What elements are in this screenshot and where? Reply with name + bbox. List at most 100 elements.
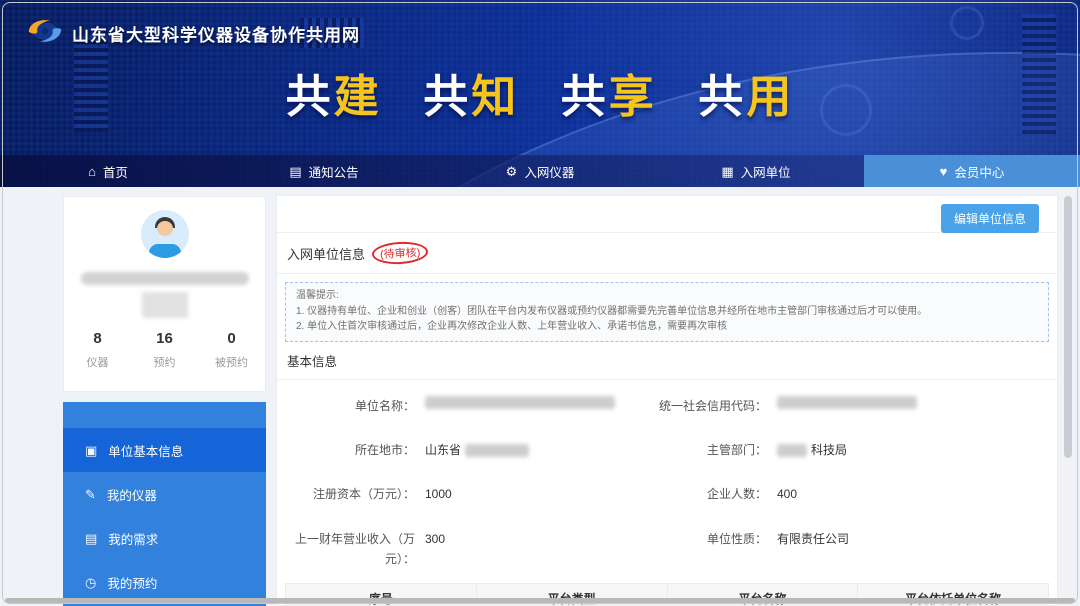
edit-unit-info-button[interactable]: 编辑单位信息 [941,204,1039,233]
redacted-value [777,444,807,457]
redacted-unit-name [81,272,249,285]
notice-title: 温馨提示: [296,288,1038,304]
stat-value: 8 [64,330,131,347]
profile-stats: 8 仪器 16 预约 0 被预约 [64,330,265,370]
stat-label: 仪器 [64,354,131,370]
field-credit-code: 统一社会信用代码： [637,396,1049,416]
sidebar-item-my-instruments[interactable]: ✎ 我的仪器 [63,472,266,516]
top-banner: 山东省大型科学仪器设备协作共用网 共建 共知 共享 共用 ⌂ 首页 ▤ 通知公告… [0,0,1080,187]
nav-tab-label: 入网仪器 [524,162,574,181]
redacted-sub-info [142,292,188,318]
my-demands-icon: ▤ [85,532,97,545]
nav-tab-organizations[interactable]: ▦ 入网单位 [648,155,864,187]
notice-line: 2. 单位入住首次审核通过后，企业再次修改企业人数、上年营业收入、承诺书信息，需… [296,319,1038,335]
notice-box: 温馨提示: 1. 仪器持有单位、企业和创业（创客）团队在平台内发布仪器或预约仪器… [285,282,1049,342]
nav-tab-notices[interactable]: ▤ 通知公告 [216,155,432,187]
field-label: 企业人数： [637,484,767,504]
stat-booked: 0 被预约 [198,330,265,370]
notice-icon: ▤ [289,165,301,178]
site-title: 山东省大型科学仪器设备协作共用网 [72,21,360,46]
page-title: 入网单位信息 [287,244,365,263]
field-text: 300 [425,529,445,549]
ring-decoration [950,6,984,40]
field-label: 单位名称： [285,396,415,416]
logo-swirl-icon [26,17,64,50]
page: 山东省大型科学仪器设备协作共用网 共建 共知 共享 共用 ⌂ 首页 ▤ 通知公告… [0,0,1080,606]
field-value: 300 [415,529,445,549]
field-last-year-revenue: 上一财年营业收入（万元）： 300 [285,529,637,570]
banner-slogan: 共建 共知 共享 共用 [0,60,1080,125]
avatar-body [149,244,181,258]
scrollbar-track[interactable] [1063,187,1073,606]
field-value: 有限责任公司 [767,529,849,549]
main-panel: 编辑单位信息 入网单位信息 (待审核) 温馨提示: 1. 仪器持有单位、企业和创… [276,195,1058,606]
field-value: 山东省 [415,440,529,460]
nav-tab-instruments[interactable]: ⚙ 入网仪器 [432,155,648,187]
unit-info-icon: ▣ [85,444,97,457]
section-header: 基本信息 [277,351,1057,380]
slogan-word: 共享 [561,60,657,125]
basic-info-fields: 单位名称： 统一社会信用代码： 所在地市： 山东省 主管部门： 科技局 注册资本… [277,380,1057,570]
nav-tab-label: 首页 [103,162,128,181]
field-value [767,396,917,409]
sidebar-menu: ▣ 单位基本信息 ✎ 我的仪器 ▤ 我的需求 ◷ 我的预约 [63,402,266,606]
panel-title-row: 入网单位信息 (待审核) [277,232,1057,274]
nav-tab-home[interactable]: ⌂ 首页 [0,155,216,187]
sidebar-item-label: 我的需求 [108,529,158,548]
slogan-word: 共建 [286,60,382,125]
main-nav: ⌂ 首页 ▤ 通知公告 ⚙ 入网仪器 ▦ 入网单位 ♥ 会员中心 [0,155,1080,187]
status-badge-pending-review: (待审核) [371,241,428,266]
field-label: 统一社会信用代码： [637,396,767,416]
redacted-value [465,444,529,457]
field-value: 1000 [415,484,452,504]
instrument-icon: ⚙ [506,165,518,178]
profile-card: 8 仪器 16 预约 0 被预约 [63,196,266,392]
stat-value: 0 [198,330,265,347]
nav-tab-member-center[interactable]: ♥ 会员中心 [864,155,1080,187]
notice-line: 1. 仪器持有单位、企业和创业（创客）团队在平台内发布仪器或预约仪器都需要先完善… [296,304,1038,320]
field-label: 所在地市： [285,440,415,460]
sidebar-item-label: 我的预约 [107,573,157,592]
stat-bookings: 16 预约 [131,330,198,370]
field-unit-name: 单位名称： [285,396,637,416]
field-value [415,396,615,409]
field-label: 注册资本（万元）： [285,484,415,504]
field-label: 主管部门： [637,440,767,460]
sidebar-item-label: 我的仪器 [107,485,157,504]
my-instruments-icon: ✎ [85,488,96,501]
field-value: 科技局 [767,440,847,460]
field-city: 所在地市： 山东省 [285,440,637,460]
member-icon: ♥ [940,165,948,178]
scrollbar-thumb[interactable] [1064,196,1072,458]
stat-label: 预约 [131,354,198,370]
field-text: 科技局 [811,440,847,460]
sidebar-item-my-demands[interactable]: ▤ 我的需求 [63,516,266,560]
slogan-word: 共用 [698,60,794,125]
sidebar-item-label: 单位基本信息 [108,441,183,460]
field-unit-type: 单位性质： 有限责任公司 [637,529,1049,570]
field-employee-count: 企业人数： 400 [637,484,1049,504]
field-label: 单位性质： [637,529,767,549]
field-text: 400 [777,484,797,504]
window-bottom-edge [5,598,1075,603]
field-registered-capital: 注册资本（万元）： 1000 [285,484,637,504]
nav-tab-label: 通知公告 [309,162,359,181]
site-logo: 山东省大型科学仪器设备协作共用网 [26,17,360,50]
sidebar-item-unit-info[interactable]: ▣ 单位基本信息 [63,428,266,472]
avatar-face [157,221,173,236]
nav-tab-label: 入网单位 [741,162,791,181]
stat-instruments: 8 仪器 [64,330,131,370]
stat-label: 被预约 [198,354,265,370]
redacted-value [777,396,917,409]
slogan-word: 共知 [423,60,519,125]
avatar [141,210,189,258]
section-title: 基本信息 [287,355,337,369]
my-bookings-icon: ◷ [85,576,96,589]
field-value: 400 [767,484,797,504]
field-text: 有限责任公司 [777,529,849,549]
nav-tab-label: 会员中心 [954,162,1004,181]
home-icon: ⌂ [88,165,96,178]
field-text: 1000 [425,484,452,504]
organization-icon: ▦ [721,165,733,178]
field-text: 山东省 [425,440,461,460]
